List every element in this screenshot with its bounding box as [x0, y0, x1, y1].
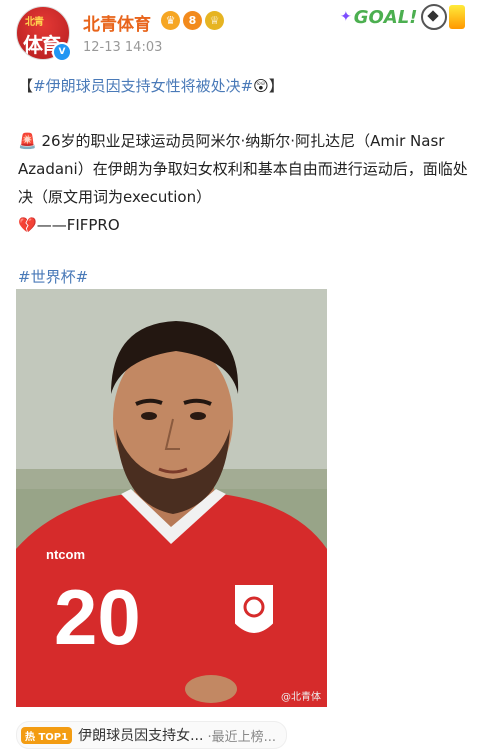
club-crest-icon [233, 583, 275, 635]
hashtag-link[interactable]: #世界杯# [18, 268, 88, 286]
post-source: ——FIFPRO [36, 216, 120, 234]
badge-row: ♛ 8 ♕ [161, 11, 224, 30]
jersey-number: 20 [54, 573, 141, 661]
hot-search-subtext: ·最近上榜... [207, 729, 276, 745]
trophy-icon [449, 5, 466, 29]
hot-top1-badge: 热 TOP1 [21, 726, 73, 744]
surprised-emoji-icon: 😲 [253, 77, 269, 95]
fan-badge-icon[interactable]: ♕ [205, 11, 224, 30]
broken-heart-emoji-icon: 💔 [18, 216, 37, 234]
post-timestamp: 12-13 14:03 [83, 40, 163, 55]
title-hashtag-link[interactable]: #伊朗球员因支持女性将被处决# [33, 77, 253, 95]
soccer-ball-icon [421, 4, 448, 30]
title-open-bracket: 【 [18, 77, 34, 95]
alarm-emoji-icon: 🚨 [18, 132, 37, 150]
sparkle-icon: ✦ [340, 9, 352, 25]
sponsor-text: ntcom [46, 547, 85, 562]
post-photo[interactable]: ntcom 20 @北青体 [16, 289, 327, 707]
level-badge-icon[interactable]: 8 [183, 11, 202, 30]
crown-badge-icon[interactable]: ♛ [161, 11, 180, 30]
account-name[interactable]: 北青体育 [83, 10, 151, 35]
goal-sticker-text: GOAL! [353, 6, 418, 28]
verified-icon: V [52, 42, 72, 62]
hot-search-chip[interactable]: 热 TOP1 伊朗球员因支持女... ·最近上榜... [16, 721, 287, 749]
title-close-bracket: 】 [268, 77, 284, 95]
photo-watermark: @北青体 [281, 692, 321, 703]
post-title: 【#伊朗球员因支持女性将被处决#😲】 [18, 72, 478, 100]
avatar-text-top: 北青 [25, 17, 44, 28]
post-header: 北青 体育 V 北青体育 ♛ 8 ♕ 12-13 14:03 ✦ GOAL! [0, 0, 485, 70]
player-photo-illustration: ntcom 20 [16, 289, 327, 707]
post-body-text: 26岁的职业足球运动员阿米尔·纳斯尔·阿扎达尼（Amir Nasr Azadan… [18, 132, 468, 206]
goal-sticker: ✦ GOAL! [340, 2, 466, 32]
post-body: 🚨 26岁的职业足球运动员阿米尔·纳斯尔·阿扎达尼（Amir Nasr Azad… [18, 127, 478, 291]
hot-search-text: 伊朗球员因支持女... [78, 728, 204, 744]
